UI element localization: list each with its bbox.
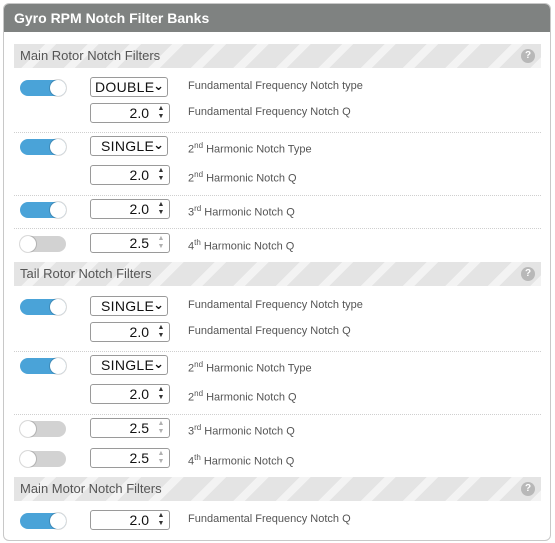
select-value: DOUBLE: [95, 79, 155, 95]
main-rotor-3rd-harmonic-toggle[interactable]: [20, 202, 66, 218]
toggle-knob: [20, 236, 36, 252]
main-rotor-2nd-type-row: SINGLE ⌄ 2nd Harmonic Notch Type: [14, 135, 541, 161]
field-label: Fundamental Frequency Notch type: [188, 80, 363, 92]
main-rotor-4th-row: 2.5 ▲ ▼ 4th Harmonic Notch Q: [14, 232, 541, 258]
spinner-arrows-icon[interactable]: ▲ ▼: [156, 386, 166, 402]
tail-rotor-3rd-q-input[interactable]: 2.5 ▲ ▼: [90, 418, 170, 438]
number-value: 2.5: [129, 235, 149, 251]
tail-rotor-2nd-type-select[interactable]: SINGLE ⌄: [90, 355, 168, 375]
toggle-knob: [50, 358, 66, 374]
number-value: 2.0: [129, 105, 149, 121]
section-title: Main Motor Notch Filters: [20, 481, 162, 496]
field-label: 4th Harmonic Notch Q: [188, 453, 295, 468]
main-motor-fundamental-row: 2.0 ▲ ▼ Fundamental Frequency Notch Q: [14, 509, 541, 535]
spinner-arrows-icon[interactable]: ▲ ▼: [156, 420, 166, 436]
number-value: 2.0: [129, 167, 149, 183]
divider: [14, 132, 541, 133]
spinner-arrows-icon[interactable]: ▲ ▼: [156, 450, 166, 466]
section-header-tail-rotor: Tail Rotor Notch Filters ?: [14, 262, 541, 286]
tail-rotor-3rd-row: 2.5 ▲ ▼ 3rd Harmonic Notch Q: [14, 417, 541, 443]
tail-rotor-3rd-harmonic-toggle[interactable]: [20, 421, 66, 437]
main-rotor-2nd-harmonic-toggle[interactable]: [20, 139, 66, 155]
field-label: 2nd Harmonic Notch Q: [188, 389, 297, 404]
divider: [14, 195, 541, 196]
tail-rotor-2nd-harmonic-toggle[interactable]: [20, 358, 66, 374]
select-value: SINGLE: [101, 357, 155, 373]
field-label: 3rd Harmonic Notch Q: [188, 423, 295, 438]
main-rotor-4th-q-input[interactable]: 2.5 ▲ ▼: [90, 233, 170, 253]
tail-rotor-fundamental-type-select[interactable]: SINGLE ⌄: [90, 296, 168, 316]
tail-rotor-fundamental-toggle[interactable]: [20, 299, 66, 315]
spinner-arrows-icon[interactable]: ▲ ▼: [156, 235, 166, 251]
field-label: Fundamental Frequency Notch type: [188, 299, 363, 311]
main-rotor-2nd-type-select[interactable]: SINGLE ⌄: [90, 136, 168, 156]
rpm-notch-filter-panel: Gyro RPM Notch Filter Banks Main Rotor N…: [3, 3, 551, 541]
main-rotor-2nd-q-input[interactable]: 2.0 ▲ ▼: [90, 165, 170, 185]
spinner-arrows-icon[interactable]: ▲ ▼: [156, 167, 166, 183]
divider: [14, 351, 541, 352]
help-icon[interactable]: ?: [521, 267, 535, 281]
main-rotor-3rd-row: 2.0 ▲ ▼ 3rd Harmonic Notch Q: [14, 198, 541, 224]
toggle-knob: [20, 421, 36, 437]
main-motor-fundamental-toggle[interactable]: [20, 513, 66, 529]
help-icon[interactable]: ?: [521, 49, 535, 63]
tail-rotor-4th-harmonic-toggle[interactable]: [20, 451, 66, 467]
main-rotor-fundamental-q-row: 2.0 ▲ ▼ Fundamental Frequency Notch Q: [14, 102, 541, 128]
number-value: 2.5: [129, 420, 149, 436]
tail-rotor-2nd-q-input[interactable]: 2.0 ▲ ▼: [90, 384, 170, 404]
main-rotor-4th-harmonic-toggle[interactable]: [20, 236, 66, 252]
section-header-main-rotor: Main Rotor Notch Filters ?: [14, 44, 541, 68]
tail-rotor-fundamental-type-row: SINGLE ⌄ Fundamental Frequency Notch typ…: [14, 295, 541, 321]
select-value: SINGLE: [101, 138, 155, 154]
section-title: Tail Rotor Notch Filters: [20, 266, 152, 281]
field-label: 2nd Harmonic Notch Type: [188, 141, 312, 156]
main-motor-fundamental-q-input[interactable]: 2.0 ▲ ▼: [90, 510, 170, 530]
tail-rotor-fundamental-q-input[interactable]: 2.0 ▲ ▼: [90, 322, 170, 342]
main-rotor-2nd-q-row: 2.0 ▲ ▼ 2nd Harmonic Notch Q: [14, 164, 541, 190]
spinner-arrows-icon[interactable]: ▲ ▼: [156, 105, 166, 121]
field-label: 2nd Harmonic Notch Q: [188, 170, 297, 185]
section-title: Main Rotor Notch Filters: [20, 48, 161, 63]
main-rotor-fundamental-toggle[interactable]: [20, 80, 66, 96]
field-label: 3rd Harmonic Notch Q: [188, 204, 295, 219]
tail-rotor-2nd-q-row: 2.0 ▲ ▼ 2nd Harmonic Notch Q: [14, 383, 541, 409]
toggle-knob: [50, 513, 66, 529]
panel-title: Gyro RPM Notch Filter Banks: [4, 4, 550, 32]
main-rotor-fundamental-q-input[interactable]: 2.0 ▲ ▼: [90, 103, 170, 123]
toggle-knob: [50, 80, 66, 96]
main-rotor-fundamental-type-row: DOUBLE ⌄ Fundamental Frequency Notch typ…: [14, 76, 541, 102]
tail-rotor-2nd-type-row: SINGLE ⌄ 2nd Harmonic Notch Type: [14, 354, 541, 380]
number-value: 2.0: [129, 386, 149, 402]
chevron-down-icon: ⌄: [153, 137, 164, 152]
number-value: 2.0: [129, 512, 149, 528]
main-rotor-fundamental-type-select[interactable]: DOUBLE ⌄: [90, 77, 168, 97]
chevron-down-icon: ⌄: [153, 297, 164, 312]
chevron-down-icon: ⌄: [153, 78, 164, 93]
number-value: 2.0: [129, 324, 149, 340]
main-rotor-3rd-q-input[interactable]: 2.0 ▲ ▼: [90, 199, 170, 219]
divider: [14, 414, 541, 415]
tail-rotor-4th-row: 2.5 ▲ ▼ 4th Harmonic Notch Q: [14, 447, 541, 473]
toggle-knob: [50, 139, 66, 155]
section-header-main-motor: Main Motor Notch Filters ?: [14, 477, 541, 501]
chevron-down-icon: ⌄: [153, 356, 164, 371]
spinner-arrows-icon[interactable]: ▲ ▼: [156, 201, 166, 217]
toggle-knob: [50, 202, 66, 218]
divider: [14, 228, 541, 229]
toggle-knob: [50, 299, 66, 315]
spinner-arrows-icon[interactable]: ▲ ▼: [156, 324, 166, 340]
spinner-arrows-icon[interactable]: ▲ ▼: [156, 512, 166, 528]
number-value: 2.5: [129, 450, 149, 466]
tail-rotor-fundamental-q-row: 2.0 ▲ ▼ Fundamental Frequency Notch Q: [14, 321, 541, 347]
number-value: 2.0: [129, 201, 149, 217]
field-label: Fundamental Frequency Notch Q: [188, 325, 351, 337]
help-icon[interactable]: ?: [521, 482, 535, 496]
tail-rotor-4th-q-input[interactable]: 2.5 ▲ ▼: [90, 448, 170, 468]
field-label: Fundamental Frequency Notch Q: [188, 106, 351, 118]
field-label: 2nd Harmonic Notch Type: [188, 360, 312, 375]
select-value: SINGLE: [101, 298, 155, 314]
field-label: Fundamental Frequency Notch Q: [188, 513, 351, 525]
toggle-knob: [20, 451, 36, 467]
field-label: 4th Harmonic Notch Q: [188, 238, 295, 253]
